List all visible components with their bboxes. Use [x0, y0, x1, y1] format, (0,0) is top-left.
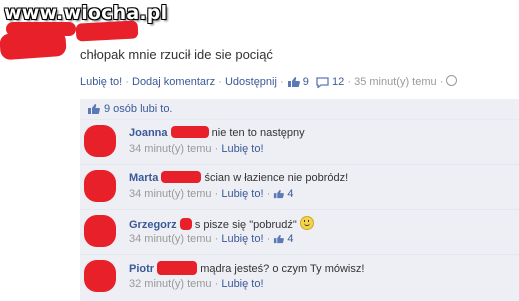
separator: · [218, 76, 222, 88]
comment-item: Joanna nie ten to następny 34 minut(y) t… [80, 120, 519, 165]
comment-line: Piotr mądra jesteś? o czym Ty mówisz! [129, 261, 364, 275]
thumbs-up-icon [287, 77, 300, 88]
censor-mark [170, 126, 209, 138]
post-actions: Lubię to! · Dodaj komentarz · Udostępnij… [80, 75, 458, 88]
add-comment-link[interactable]: Dodaj komentarz [132, 76, 215, 88]
thumbs-up-icon [274, 189, 285, 199]
likes-summary-link[interactable]: 9 osób lubi to. [104, 103, 173, 115]
comment-text: ścian w łazience nie pobródz! [204, 172, 349, 184]
share-link[interactable]: Udostępnij [225, 76, 277, 88]
smiley-emoticon-icon [299, 216, 314, 230]
comment-author[interactable]: Piotr [129, 263, 154, 275]
censor-mark [6, 22, 76, 36]
separator: · [125, 76, 129, 88]
post-time[interactable]: 35 minut(y) temu [354, 76, 437, 88]
comment-bubble-icon [316, 76, 329, 88]
comment-like-link[interactable]: Lubię to! [221, 143, 263, 155]
separator: · [266, 188, 271, 200]
watermark-logo: www.wiocha.pl [4, 2, 168, 24]
post-like-count[interactable]: 9 [303, 76, 309, 88]
comment-author[interactable]: Grzegorz [129, 219, 177, 231]
comment-meta: 32 minut(y) temu · Lubię to! [129, 278, 264, 290]
comment-like-count[interactable]: 4 [287, 188, 293, 200]
comment-item: Grzegorz s pisze się "pobrudź" 34 minut(… [80, 210, 519, 255]
comment-line: Joanna nie ten to następny [129, 126, 305, 139]
separator: · [214, 233, 219, 245]
thumbs-up-icon [274, 234, 285, 244]
comment-like-count[interactable]: 4 [287, 233, 293, 245]
post-text: chłopak mnie rzucił ide sie pociąć [80, 47, 273, 62]
separator: · [214, 188, 219, 200]
comment-text: mądra jesteś? o czym Ty mówisz! [200, 263, 365, 275]
comment-time[interactable]: 34 minut(y) temu [129, 233, 212, 245]
comment-meta: 34 minut(y) temu · Lubię to! · 4 [129, 188, 294, 200]
globe-icon [446, 75, 458, 86]
separator: · [266, 233, 271, 245]
comment-like-link[interactable]: Lubię to! [221, 278, 263, 290]
comment-author[interactable]: Marta [129, 172, 158, 184]
avatar[interactable] [84, 170, 116, 202]
separator: · [214, 143, 219, 155]
avatar[interactable] [84, 125, 116, 157]
avatar[interactable] [84, 260, 116, 292]
post-like-link[interactable]: Lubię to! [80, 76, 122, 88]
separator: · [347, 76, 352, 88]
censor-mark [179, 218, 192, 230]
comment-time[interactable]: 32 minut(y) temu [129, 278, 212, 290]
comment-time[interactable]: 34 minut(y) temu [129, 143, 212, 155]
comment-author[interactable]: Joanna [129, 127, 168, 139]
comment-line: Grzegorz s pisze się "pobrudź" [129, 216, 314, 231]
comment-meta: 34 minut(y) temu · Lubię to! [129, 143, 264, 155]
censor-mark [157, 261, 198, 275]
comment-like-link[interactable]: Lubię to! [221, 188, 263, 200]
comment-item: Piotr mądra jesteś? o czym Ty mówisz! 32… [80, 255, 519, 301]
comment-text: s pisze się "pobrudź" [194, 219, 297, 231]
comment-text: nie ten to następny [211, 127, 305, 139]
likes-summary-row: 9 osób lubi to. [80, 99, 519, 120]
comment-line: Marta ścian w łazience nie pobródz! [129, 171, 348, 184]
comment-time[interactable]: 34 minut(y) temu [129, 188, 212, 200]
comment-like-link[interactable]: Lubię to! [221, 233, 263, 245]
post-comment-count[interactable]: 12 [332, 76, 344, 88]
censor-mark [75, 20, 139, 42]
censor-mark [161, 171, 202, 183]
separator: · [439, 76, 444, 88]
thumbs-up-icon [88, 104, 100, 114]
comment-meta: 34 minut(y) temu · Lubię to! · 4 [129, 233, 294, 245]
separator: · [214, 278, 219, 290]
separator: · [280, 76, 284, 88]
comment-item: Marta ścian w łazience nie pobródz! 34 m… [80, 165, 519, 210]
avatar[interactable] [84, 215, 116, 247]
